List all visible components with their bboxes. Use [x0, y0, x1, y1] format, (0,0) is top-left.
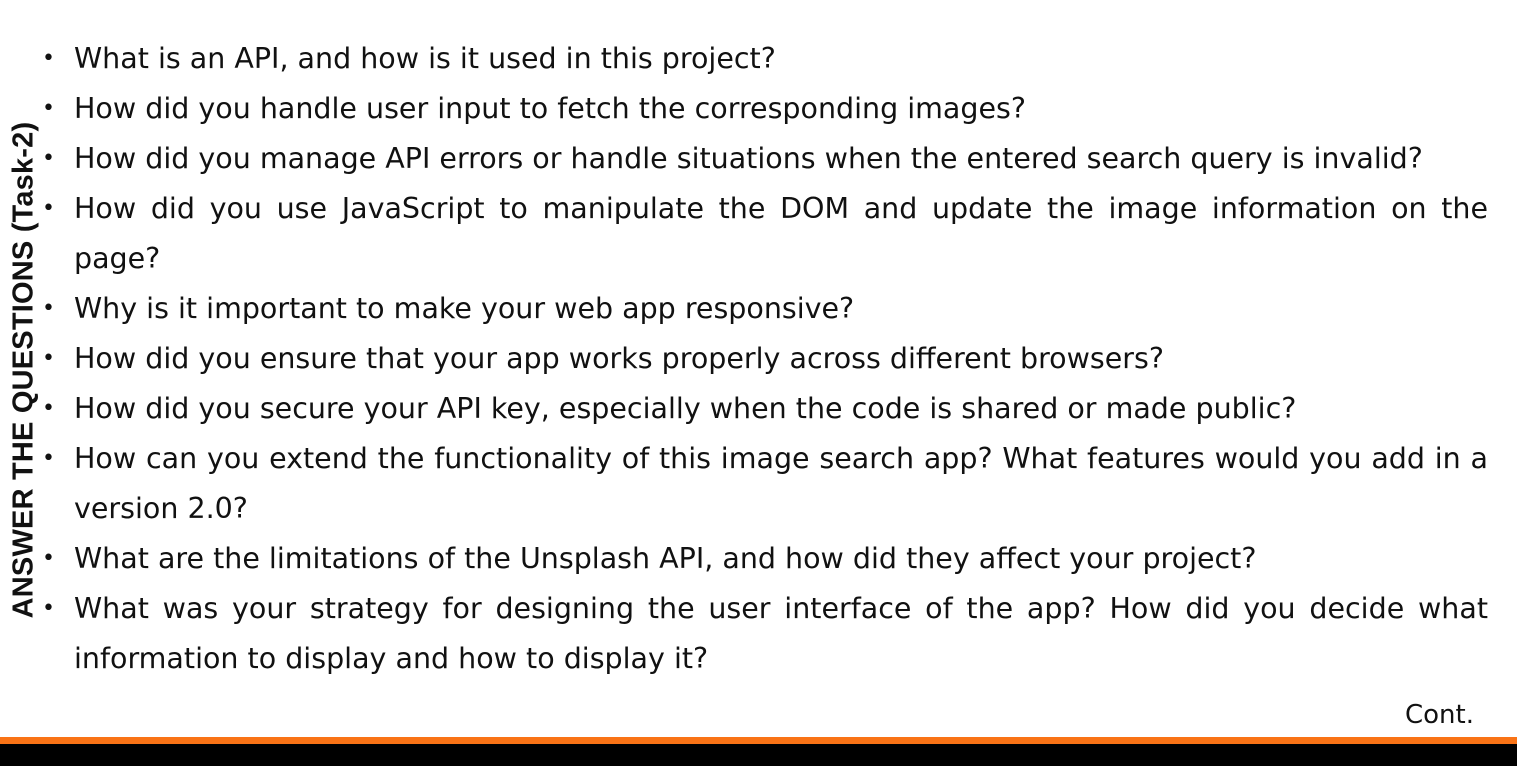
question-item: • How can you extend the functionality o…	[40, 434, 1488, 534]
bullet-icon: •	[42, 346, 55, 371]
question-text: Why is it important to make your web app…	[74, 292, 855, 325]
side-title: ANSWER THE QUESTIONS (Task-2)	[7, 121, 40, 619]
question-item: • What is an API, and how is it used in …	[40, 34, 1488, 84]
question-text: What are the limitations of the Unsplash…	[74, 542, 1257, 575]
question-text: How did you ensure that your app works p…	[74, 342, 1164, 375]
bullet-icon: •	[42, 396, 55, 421]
question-text: How did you secure your API key, especia…	[74, 392, 1297, 425]
question-text: How did you handle user input to fetch t…	[74, 92, 1026, 125]
question-text: How did you use JavaScript to manipulate…	[74, 192, 1488, 275]
bullet-icon: •	[42, 596, 55, 621]
bullet-icon: •	[42, 146, 55, 171]
bullet-icon: •	[42, 196, 55, 221]
bullet-icon: •	[42, 96, 55, 121]
question-text: What is an API, and how is it used in th…	[74, 42, 776, 75]
question-text: How can you extend the functionality of …	[74, 442, 1488, 525]
question-item: • How did you secure your API key, espec…	[40, 384, 1488, 434]
bullet-icon: •	[42, 296, 55, 321]
question-item: • What are the limitations of the Unspla…	[40, 534, 1488, 584]
question-item: • How did you handle user input to fetch…	[40, 84, 1488, 134]
question-list: • What is an API, and how is it used in …	[40, 34, 1488, 684]
question-item: • Why is it important to make your web a…	[40, 284, 1488, 334]
question-item: • What was your strategy for designing t…	[40, 584, 1488, 684]
question-text: What was your strategy for designing the…	[74, 592, 1488, 675]
question-item: • How did you use JavaScript to manipula…	[40, 184, 1488, 284]
bullet-icon: •	[42, 546, 55, 571]
question-item: • How did you manage API errors or handl…	[40, 134, 1488, 184]
bullet-icon: •	[42, 446, 55, 471]
continuation-label: Cont.	[1405, 700, 1474, 730]
question-text: How did you manage API errors or handle …	[74, 142, 1423, 175]
question-item: • How did you ensure that your app works…	[40, 334, 1488, 384]
footer-bar	[0, 737, 1517, 766]
bullet-icon: •	[42, 46, 55, 71]
